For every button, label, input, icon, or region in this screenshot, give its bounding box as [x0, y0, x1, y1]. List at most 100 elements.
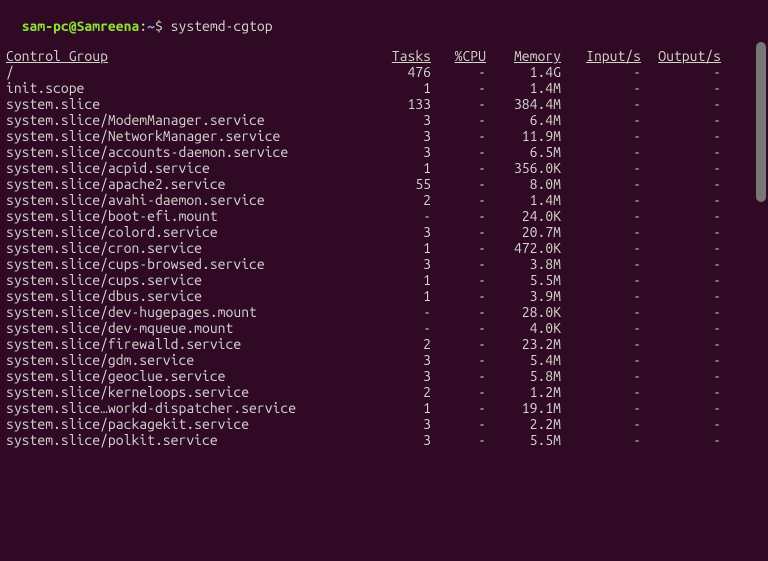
- table-row: system.slice/apache2.service55-8.0M--: [6, 176, 762, 192]
- cell-tasks: 2: [376, 192, 431, 208]
- blank-line: [6, 34, 762, 48]
- cell-cpu: -: [431, 432, 486, 448]
- table-row: system.slice/avahi-daemon.service2-1.4M-…: [6, 192, 762, 208]
- header-tasks: Tasks: [376, 48, 431, 64]
- prompt-line: sam-pc@Samreena:~$ systemd-cgtop: [6, 2, 762, 34]
- header-input: Input/s: [561, 48, 641, 64]
- cell-tasks: 1: [376, 240, 431, 256]
- cell-output: -: [641, 304, 721, 320]
- cell-control-group: system.slice/dev-hugepages.mount: [6, 304, 376, 320]
- cell-output: -: [641, 112, 721, 128]
- table-row: system.slice133-384.4M--: [6, 96, 762, 112]
- cell-cpu: -: [431, 80, 486, 96]
- cell-output: -: [641, 192, 721, 208]
- cell-cpu: -: [431, 384, 486, 400]
- cell-memory: 472.0K: [486, 240, 561, 256]
- cell-tasks: -: [376, 320, 431, 336]
- cell-memory: 6.4M: [486, 112, 561, 128]
- cell-input: -: [561, 400, 641, 416]
- cell-input: -: [561, 192, 641, 208]
- cell-cpu: -: [431, 112, 486, 128]
- cell-control-group: system.slice/accounts-daemon.service: [6, 144, 376, 160]
- cell-input: -: [561, 288, 641, 304]
- cell-cpu: -: [431, 304, 486, 320]
- cell-memory: 3.9M: [486, 288, 561, 304]
- table-row: system.slice/NetworkManager.service3-11.…: [6, 128, 762, 144]
- table-row: system.slice…workd-dispatcher.service1-1…: [6, 400, 762, 416]
- cell-tasks: 133: [376, 96, 431, 112]
- cell-output: -: [641, 224, 721, 240]
- cell-memory: 1.4M: [486, 192, 561, 208]
- prompt-path: ~: [147, 18, 155, 34]
- cell-input: -: [561, 272, 641, 288]
- cell-output: -: [641, 432, 721, 448]
- scrollbar-thumb[interactable]: [756, 42, 766, 202]
- cell-output: -: [641, 384, 721, 400]
- cell-tasks: 3: [376, 352, 431, 368]
- cell-tasks: -: [376, 208, 431, 224]
- cell-memory: 1.4G: [486, 64, 561, 80]
- cell-control-group: system.slice/polkit.service: [6, 432, 376, 448]
- cell-output: -: [641, 256, 721, 272]
- cell-control-group: system.slice/packagekit.service: [6, 416, 376, 432]
- cell-input: -: [561, 64, 641, 80]
- cell-output: -: [641, 128, 721, 144]
- header-control-group: Control Group: [6, 48, 376, 64]
- cell-output: -: [641, 160, 721, 176]
- cell-output: -: [641, 368, 721, 384]
- cell-memory: 356.0K: [486, 160, 561, 176]
- cell-memory: 19.1M: [486, 400, 561, 416]
- table-row: system.slice/dev-mqueue.mount--4.0K--: [6, 320, 762, 336]
- cell-tasks: 3: [376, 128, 431, 144]
- table-row: init.scope1-1.4M--: [6, 80, 762, 96]
- cell-control-group: init.scope: [6, 80, 376, 96]
- cell-cpu: -: [431, 224, 486, 240]
- cell-output: -: [641, 288, 721, 304]
- cell-cpu: -: [431, 64, 486, 80]
- cell-memory: 24.0K: [486, 208, 561, 224]
- cell-output: -: [641, 240, 721, 256]
- cell-memory: 5.5M: [486, 432, 561, 448]
- prompt-colon: :: [139, 18, 147, 34]
- cell-tasks: 55: [376, 176, 431, 192]
- cell-input: -: [561, 368, 641, 384]
- cell-tasks: 3: [376, 144, 431, 160]
- cell-memory: 8.0M: [486, 176, 561, 192]
- command-text[interactable]: systemd-cgtop: [171, 18, 273, 34]
- cell-tasks: 1: [376, 288, 431, 304]
- table-header: Control Group Tasks %CPU Memory Input/s …: [6, 48, 762, 64]
- cell-input: -: [561, 304, 641, 320]
- cell-input: -: [561, 80, 641, 96]
- cell-cpu: -: [431, 352, 486, 368]
- cell-input: -: [561, 208, 641, 224]
- cell-control-group: system.slice/dbus.service: [6, 288, 376, 304]
- cell-cpu: -: [431, 288, 486, 304]
- cell-cpu: -: [431, 416, 486, 432]
- cell-tasks: 2: [376, 384, 431, 400]
- cell-tasks: 3: [376, 224, 431, 240]
- cell-control-group: system.slice/acpid.service: [6, 160, 376, 176]
- cell-control-group: system.slice/kerneloops.service: [6, 384, 376, 400]
- cell-output: -: [641, 176, 721, 192]
- table-row: system.slice/cups.service1-5.5M--: [6, 272, 762, 288]
- cell-cpu: -: [431, 144, 486, 160]
- cell-cpu: -: [431, 256, 486, 272]
- cell-output: -: [641, 80, 721, 96]
- cell-control-group: system.slice/geoclue.service: [6, 368, 376, 384]
- cell-memory: 20.7M: [486, 224, 561, 240]
- cell-control-group: system.slice/cups-browsed.service: [6, 256, 376, 272]
- cell-memory: 28.0K: [486, 304, 561, 320]
- cell-cpu: -: [431, 400, 486, 416]
- cell-input: -: [561, 112, 641, 128]
- cell-control-group: system.slice…workd-dispatcher.service: [6, 400, 376, 416]
- cell-control-group: system.slice/boot-efi.mount: [6, 208, 376, 224]
- cell-input: -: [561, 432, 641, 448]
- cell-control-group: system.slice/colord.service: [6, 224, 376, 240]
- table-row: /476-1.4G--: [6, 64, 762, 80]
- cell-control-group: system.slice/dev-mqueue.mount: [6, 320, 376, 336]
- cell-tasks: 1: [376, 400, 431, 416]
- cell-cpu: -: [431, 368, 486, 384]
- cell-input: -: [561, 336, 641, 352]
- table-row: system.slice/packagekit.service3-2.2M--: [6, 416, 762, 432]
- cell-control-group: system.slice/firewalld.service: [6, 336, 376, 352]
